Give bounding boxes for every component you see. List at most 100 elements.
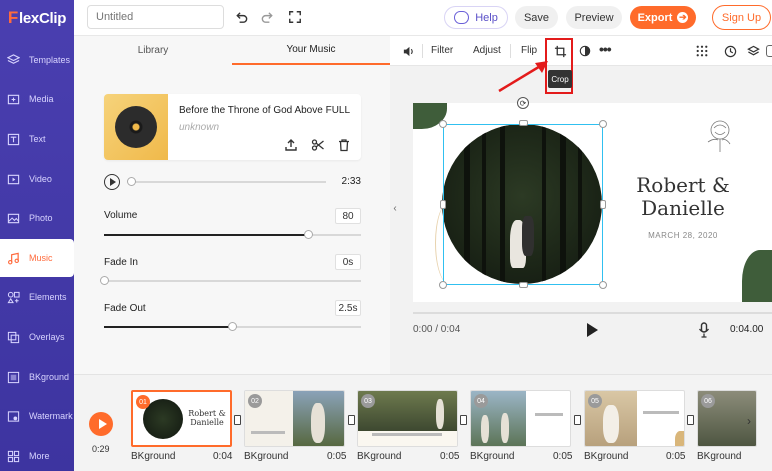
save-button[interactable]: Save — [515, 6, 558, 29]
rotate-icon[interactable]: ⟳ — [517, 97, 529, 109]
resize-handle[interactable] — [519, 120, 528, 126]
help-label: Help — [475, 11, 498, 24]
project-title-input[interactable] — [87, 5, 224, 29]
timeline-clip[interactable]: 04 — [470, 390, 571, 447]
playback-progress[interactable] — [413, 312, 772, 314]
sidebar-item-text[interactable]: Text — [0, 120, 74, 158]
sidebar-item-templates[interactable]: Templates — [0, 41, 74, 79]
album-art — [104, 94, 168, 160]
grid-icon[interactable] — [695, 44, 709, 58]
trash-icon[interactable] — [337, 138, 351, 152]
couple-names[interactable]: Robert & Danielle — [633, 174, 733, 220]
more-options-icon[interactable]: ••• — [599, 41, 612, 57]
arrow-right-icon: ➔ — [677, 12, 689, 23]
transition-icon[interactable] — [460, 415, 467, 425]
sidebar-item-overlays[interactable]: Overlays — [0, 318, 74, 356]
selection-box[interactable] — [443, 124, 603, 285]
preview-button[interactable]: Preview — [566, 6, 622, 29]
timeline-clip[interactable]: Robert & Danielle 01 — [131, 390, 232, 447]
sidebar-item-media[interactable]: Media — [0, 80, 74, 118]
logo-text: lexClip — [19, 9, 67, 27]
timeline-play-button[interactable] — [89, 412, 113, 436]
track-progress-knob[interactable] — [127, 177, 136, 186]
transition-icon[interactable] — [348, 415, 355, 425]
sidebar-item-more[interactable]: More — [0, 437, 74, 471]
names-line2: Danielle — [641, 196, 725, 220]
preview-label: Preview — [574, 11, 614, 24]
resize-handle[interactable] — [519, 282, 528, 288]
sidebar-item-elements[interactable]: Elements — [0, 278, 74, 316]
sidebar-item-label: Watermark — [29, 411, 73, 421]
play-icon[interactable] — [587, 323, 598, 337]
resize-handle[interactable] — [600, 200, 606, 209]
top-bar: Help Save Preview Export ➔ Sign Up — [74, 0, 772, 36]
help-button[interactable]: Help — [444, 6, 508, 29]
chat-icon — [454, 11, 470, 24]
undo-icon[interactable] — [233, 9, 249, 25]
export-label: Export — [637, 11, 673, 24]
transition-icon[interactable] — [687, 415, 694, 425]
transition-icon[interactable] — [234, 415, 241, 425]
fade-out-knob[interactable] — [228, 322, 237, 331]
layers-icon[interactable] — [746, 44, 760, 58]
music-track-card[interactable]: Before the Throne of God Above FULL unkn… — [104, 94, 361, 160]
fade-out-value-field[interactable]: 2.5s — [335, 300, 361, 316]
filter-button[interactable]: Filter — [431, 45, 453, 56]
adjust-button[interactable]: Adjust — [473, 45, 501, 56]
redo-icon[interactable] — [259, 9, 275, 25]
signup-button[interactable]: Sign Up — [712, 5, 771, 30]
divider — [422, 44, 423, 58]
sidebar-item-label: Templates — [29, 55, 71, 65]
clip-duration: 0:05 — [327, 451, 347, 462]
sidebar-item-bkground[interactable]: BKground — [0, 358, 74, 396]
fade-in-value-field[interactable]: 0s — [335, 254, 361, 270]
tab-your-music[interactable]: Your Music — [232, 36, 390, 65]
sidebar-item-video[interactable]: Video — [0, 160, 74, 198]
clip-caption: Robert & — [188, 409, 226, 418]
video-icon — [6, 172, 20, 186]
resize-handle[interactable] — [599, 281, 607, 289]
clip-label: BKground — [470, 451, 515, 462]
transition-icon[interactable] — [574, 415, 581, 425]
volume-knob[interactable] — [304, 230, 313, 239]
sidebar-item-label: Overlays — [29, 332, 65, 342]
volume-icon[interactable] — [401, 44, 415, 58]
volume-slider[interactable] — [104, 234, 361, 236]
fullscreen-icon[interactable] — [287, 9, 303, 25]
names-line1: Robert & — [636, 173, 730, 197]
fade-out-label: Fade Out — [104, 303, 146, 314]
upload-icon[interactable] — [284, 138, 298, 152]
chevron-right-icon[interactable]: › — [742, 414, 756, 428]
overlays-icon — [6, 330, 20, 344]
sidebar-item-watermark[interactable]: Watermark — [0, 397, 74, 435]
sidebar-item-music[interactable]: Music — [0, 239, 74, 277]
flip-button[interactable]: Flip — [521, 45, 537, 56]
scissors-icon[interactable] — [311, 138, 325, 152]
timeline-clip[interactable]: 02 — [244, 390, 345, 447]
resize-handle[interactable] — [439, 120, 447, 128]
wedding-date[interactable]: MARCH 28, 2020 — [633, 231, 733, 240]
fade-in-knob[interactable] — [100, 276, 109, 285]
timeline-clip[interactable]: 03 — [357, 390, 458, 447]
timeline-clip[interactable]: 05 — [584, 390, 685, 447]
tab-library[interactable]: Library — [74, 36, 232, 65]
microphone-icon[interactable] — [698, 322, 710, 338]
play-icon[interactable] — [104, 174, 120, 190]
clip-label: BKground — [244, 451, 289, 462]
resize-handle[interactable] — [599, 120, 607, 128]
resize-handle[interactable] — [439, 281, 447, 289]
fade-in-slider[interactable] — [104, 280, 361, 282]
track-progress[interactable] — [130, 181, 326, 183]
flexclip-logo[interactable]: FlexClip — [0, 8, 74, 28]
sidebar-item-photo[interactable]: Photo — [0, 199, 74, 237]
mask-icon[interactable] — [578, 44, 592, 58]
collapse-panel-button[interactable]: ‹ — [390, 178, 400, 238]
clip-number: 06 — [701, 394, 715, 408]
export-button[interactable]: Export ➔ — [630, 6, 696, 29]
sidebar: FlexClip Templates Media Text Video Phot… — [0, 0, 74, 471]
clock-icon[interactable] — [723, 44, 737, 58]
volume-value-field[interactable]: 80 — [335, 208, 361, 224]
resize-handle[interactable] — [440, 200, 446, 209]
scroll-edge — [766, 44, 772, 58]
clip-label: BKground — [697, 451, 742, 462]
